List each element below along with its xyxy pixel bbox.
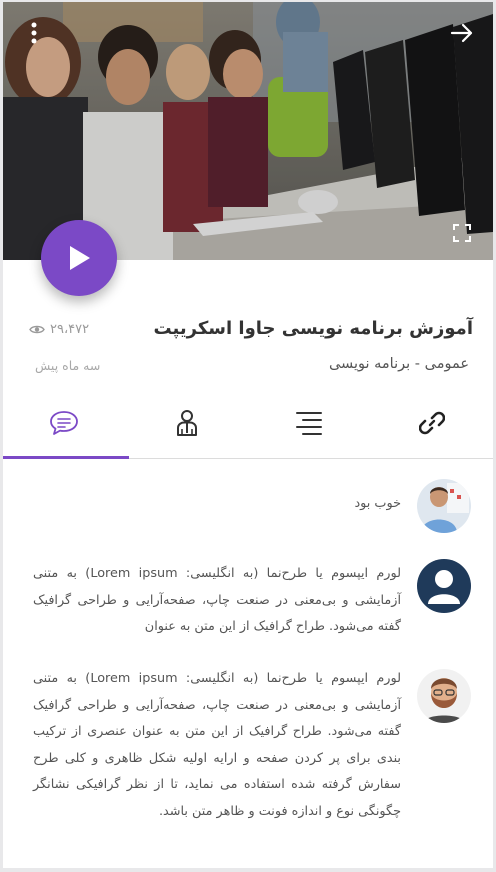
tab-links[interactable]: [371, 388, 494, 458]
comments-list: خوب بود لورم ایپسوم یا طرح‌نما (به انگلی…: [3, 459, 493, 839]
tab-comments[interactable]: [3, 388, 126, 458]
list-icon: [296, 412, 323, 435]
comment-text: خوب بود: [354, 496, 401, 511]
user-icon: [176, 410, 197, 436]
link-icon: [418, 411, 445, 435]
course-screen: آموزش برنامه نویسی جاوا اسکریپت عمومی - …: [3, 2, 493, 868]
view-count: ۲۹،۴۷۲: [29, 322, 89, 337]
eye-icon: [29, 325, 45, 334]
comment-icon: [50, 411, 79, 435]
arrow-right-icon: [450, 23, 473, 43]
avatar-placeholder: [417, 559, 471, 613]
comment-item: لورم ایپسوم یا طرح‌نما (به انگلیسی: Lore…: [3, 559, 493, 669]
comment-item: خوب بود: [3, 479, 493, 559]
comment-text: لورم ایپسوم یا طرح‌نما (به انگلیسی: Lore…: [33, 566, 401, 634]
tab-bar: [3, 388, 493, 459]
avatar: [417, 669, 471, 723]
avatar: [417, 479, 471, 533]
play-button[interactable]: [41, 220, 117, 296]
avatar-bearded: [417, 669, 471, 723]
back-button[interactable]: [445, 16, 479, 50]
comment-text: لورم ایپسوم یا طرح‌نما (به انگلیسی: Lore…: [33, 671, 401, 819]
fullscreen-button[interactable]: [449, 220, 475, 246]
tab-instructor[interactable]: [126, 388, 249, 458]
play-icon: [70, 246, 90, 270]
comment-item: لورم ایپسوم یا طرح‌نما (به انگلیسی: Lore…: [3, 669, 493, 839]
avatar-presenter: [417, 479, 471, 533]
view-count-value: ۲۹،۴۷۲: [50, 322, 90, 337]
publish-date: سه ماه پیش: [35, 358, 101, 373]
avatar: [417, 559, 471, 613]
fullscreen-icon: [453, 224, 471, 242]
course-title: آموزش برنامه نویسی جاوا اسکریپت: [153, 318, 473, 339]
tab-chapters[interactable]: [248, 388, 371, 458]
more-options-button[interactable]: [17, 16, 51, 50]
course-category: عمومی - برنامه نویسی: [328, 356, 469, 372]
more-vertical-icon: [31, 22, 37, 44]
